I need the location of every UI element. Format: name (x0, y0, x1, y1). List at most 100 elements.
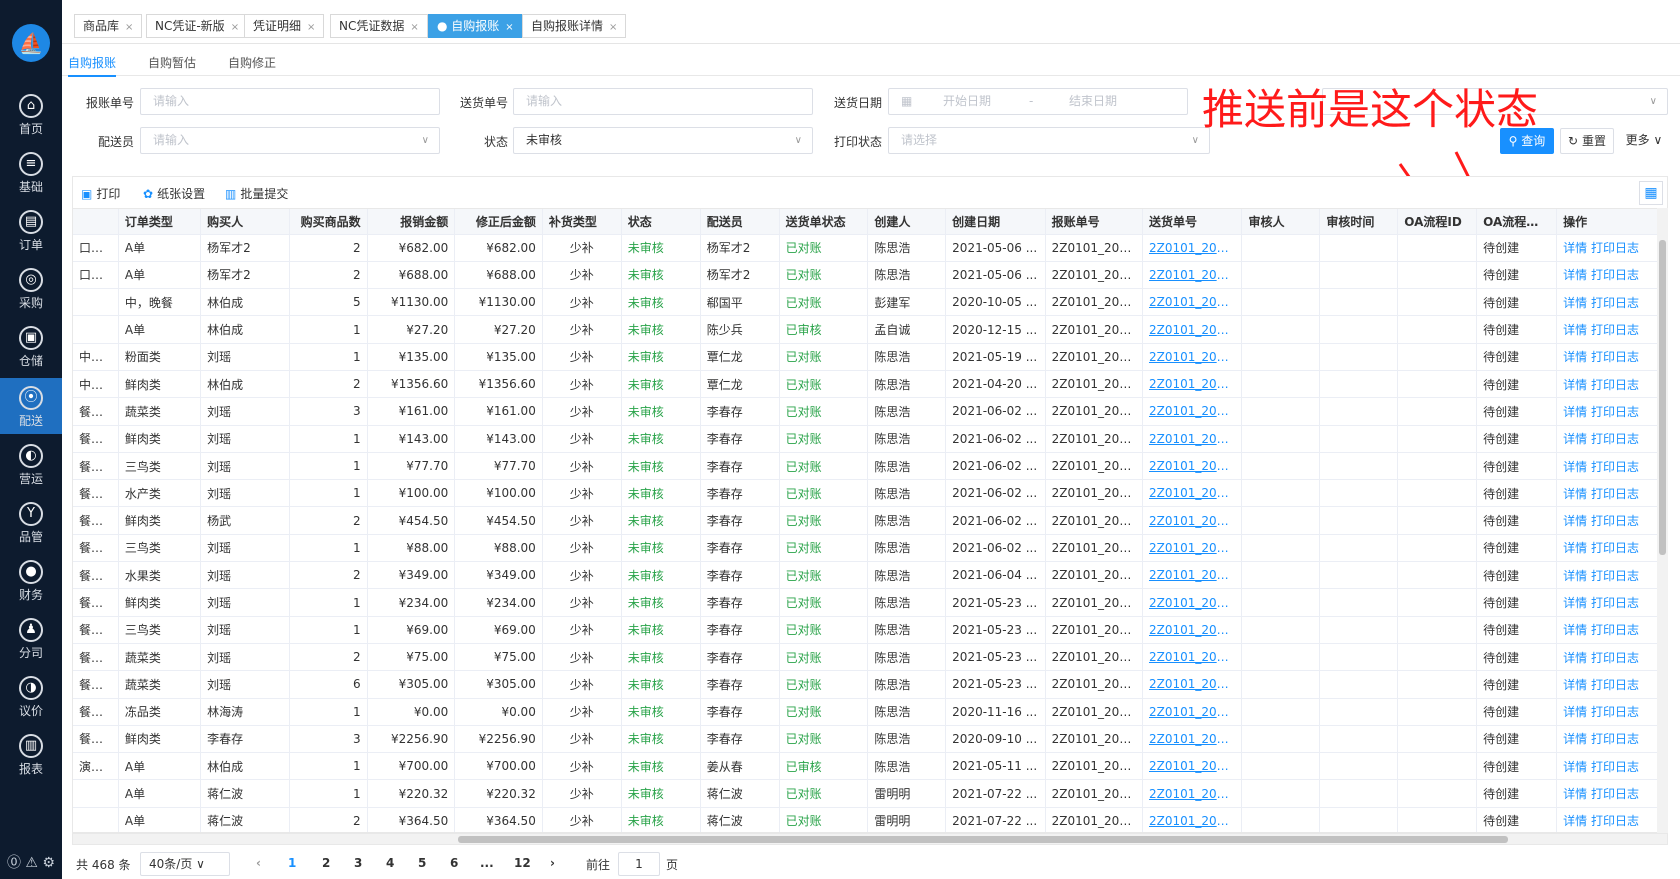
table-cell[interactable]: 2Z0101_202... (1142, 425, 1243, 453)
print-log-link[interactable]: 打印日志 (1591, 514, 1639, 528)
detail-link[interactable]: 详情 (1563, 787, 1587, 801)
print-log-link[interactable]: 打印日志 (1591, 296, 1639, 310)
table-cell[interactable]: 2Z0101_202... (1142, 343, 1243, 371)
print-log-link[interactable]: 打印日志 (1591, 678, 1639, 692)
delivery-date-range[interactable]: ▦ 开始日期 - 结束日期 (888, 88, 1188, 115)
sidebar-item-1[interactable]: ≡ 基础 (0, 144, 62, 200)
table-cell[interactable]: 2Z0101_202... (1142, 370, 1243, 399)
table-cell[interactable]: 2Z0101_202... (1142, 315, 1243, 344)
table-cell[interactable]: 2Z0101_202... (1142, 807, 1243, 832)
table-row[interactable]: 中，晚餐 林伯成 5 ¥1130.00 ¥1130.00 少补 未审核 郗国平 已对账 彭建军 20… (73, 288, 1659, 317)
goto-page-input[interactable]: 1 (618, 852, 660, 876)
detail-link[interactable]: 详情 (1563, 514, 1587, 528)
deliverer-select[interactable]: 请输入 ∨ (140, 127, 440, 154)
table-row[interactable]: 餐厅... 冻品类 林海涛 1 ¥0.00 ¥0.00 少补 未审核 李春存 已对账 陈思浩 2020… (73, 698, 1659, 726)
detail-link[interactable]: 详情 (1563, 378, 1587, 392)
table-row[interactable]: 餐厅... 鲜肉类 刘瑶 1 ¥234.00 ¥234.00 少补 未审核 李春存 已对账 陈思浩 2… (73, 588, 1659, 617)
page-number-button[interactable]: 1 (288, 856, 296, 870)
detail-link[interactable]: 详情 (1563, 623, 1587, 637)
table-row[interactable]: 演实... A单 林伯成 1 ¥700.00 ¥700.00 少补 未审核 姜从春 已审核 陈思浩 2… (73, 752, 1659, 781)
detail-link[interactable]: 详情 (1563, 760, 1587, 774)
table-row[interactable]: 餐厅... 三鸟类 刘瑶 1 ¥88.00 ¥88.00 少补 未审核 李春存 已对账 陈思浩 202… (73, 534, 1659, 563)
prev-page-button[interactable]: ‹ (256, 856, 261, 870)
table-row[interactable]: 餐厅... 蔬菜类 刘瑶 3 ¥161.00 ¥161.00 少补 未审核 李春存 已对账 陈思浩 2… (73, 397, 1659, 426)
close-icon[interactable]: × (609, 22, 617, 33)
more-button[interactable]: 更多 ∨ (1620, 128, 1668, 154)
detail-link[interactable]: 详情 (1563, 569, 1587, 583)
horizontal-scroll-thumb[interactable] (458, 836, 1508, 843)
print-log-link[interactable]: 打印日志 (1591, 323, 1639, 337)
table-row[interactable]: 餐厅... 鲜肉类 杨武 2 ¥454.50 ¥454.50 少补 未审核 李春存 已对账 陈思浩 2… (73, 506, 1659, 535)
table-cell[interactable]: 2Z0101_202... (1142, 288, 1243, 317)
detail-link[interactable]: 详情 (1563, 541, 1587, 555)
print-log-link[interactable]: 打印日志 (1591, 241, 1639, 255)
page-number-button[interactable]: 12 (514, 856, 531, 870)
close-icon[interactable]: × (505, 22, 513, 33)
table-cell[interactable]: 2Z0101_202... (1142, 561, 1243, 590)
print-log-link[interactable]: 打印日志 (1591, 623, 1639, 637)
sidebar-item-6[interactable]: ◐ 营运 (0, 436, 62, 492)
close-icon[interactable]: × (125, 22, 133, 33)
close-icon[interactable]: × (307, 22, 315, 33)
sidebar-bottom-icons[interactable]: ⓪ ⚠ ⚙ (0, 852, 62, 872)
sidebar-item-11[interactable]: ▥ 报表 (0, 726, 62, 782)
print-log-link[interactable]: 打印日志 (1591, 432, 1639, 446)
print-log-link[interactable]: 打印日志 (1591, 405, 1639, 419)
page-size-select[interactable]: 40条/页 ∨ (140, 852, 230, 876)
detail-link[interactable]: 详情 (1563, 296, 1587, 310)
detail-link[interactable]: 详情 (1563, 241, 1587, 255)
delivery-no-input[interactable]: 请输入 (513, 88, 813, 115)
print-log-link[interactable]: 打印日志 (1591, 569, 1639, 583)
detail-link[interactable]: 详情 (1563, 432, 1587, 446)
print-log-link[interactable]: 打印日志 (1591, 760, 1639, 774)
detail-link[interactable]: 详情 (1563, 323, 1587, 337)
table-cell[interactable]: 2Z0101_202... (1142, 234, 1243, 262)
table-row[interactable]: 餐厅... 鲜肉类 李春存 3 ¥2256.90 ¥2256.90 少补 未审核 李春存 已对账陈… (73, 725, 1659, 754)
horizontal-scrollbar[interactable] (72, 833, 1668, 845)
sidebar-item-4[interactable]: ▣ 仓储 (0, 318, 62, 374)
page-number-button[interactable]: 2 (322, 856, 330, 870)
table-row[interactable]: 口派... A单 杨军才2 2 ¥682.00 ¥682.00 少补 未审核 杨军才2 已对账 陈思… (73, 234, 1659, 262)
detail-link[interactable]: 详情 (1563, 732, 1587, 746)
page-number-button[interactable]: 5 (418, 856, 426, 870)
table-cell[interactable]: 2Z0101_202... (1142, 725, 1243, 754)
table-cell[interactable]: 2Z0101_202... (1142, 452, 1243, 481)
table-cell[interactable]: 2Z0101_202... (1142, 534, 1243, 563)
table-cell[interactable]: 2Z0101_202... (1142, 616, 1243, 644)
sidebar-item-8[interactable]: ● 财务 (0, 552, 62, 608)
table-row[interactable]: 中心... 鲜肉类 林伯成 2 ¥1356.60 ¥1356.60 少补 未审核 覃仁龙 已对账陈… (73, 370, 1659, 399)
page-number-button[interactable]: ... (480, 856, 494, 870)
detail-link[interactable]: 详情 (1563, 405, 1587, 419)
table-cell[interactable]: 2Z0101_202... (1142, 506, 1243, 535)
next-page-button[interactable]: › (550, 856, 555, 870)
table-cell[interactable]: 2Z0101_202... (1142, 479, 1243, 508)
reset-button[interactable]: ↻ 重置 (1560, 128, 1614, 154)
table-cell[interactable]: 2Z0101_202... (1142, 752, 1243, 781)
detail-link[interactable]: 详情 (1563, 814, 1587, 828)
print-log-link[interactable]: 打印日志 (1591, 651, 1639, 665)
tab-3[interactable]: NC凭证数据 × (330, 14, 428, 38)
detail-link[interactable]: 详情 (1563, 678, 1587, 692)
print-log-link[interactable]: 打印日志 (1591, 268, 1639, 282)
sidebar-item-3[interactable]: ◎ 采购 (0, 260, 62, 316)
table-row[interactable]: A单 蒋仁波 2 ¥364.50 ¥364.50 少补 未审核 蒋仁波 已对账 雷明明 2021-0… (73, 807, 1659, 832)
paper-settings-button[interactable]: ✿ 纸张设置 (143, 185, 205, 202)
detail-link[interactable]: 详情 (1563, 487, 1587, 501)
close-icon[interactable]: × (410, 22, 418, 33)
tab-2[interactable]: 凭证明细 × (244, 14, 325, 38)
sidebar-item-10[interactable]: ◑ 议价 (0, 668, 62, 724)
print-log-link[interactable]: 打印日志 (1591, 460, 1639, 474)
page-number-button[interactable]: 4 (386, 856, 394, 870)
vertical-scroll-thumb[interactable] (1659, 240, 1666, 555)
table-cell[interactable]: 2Z0101_202... (1142, 643, 1243, 672)
column-grid-icon[interactable]: ▦ (1639, 181, 1663, 205)
print-log-link[interactable]: 打印日志 (1591, 732, 1639, 746)
table-cell[interactable]: 2Z0101_202... (1142, 397, 1243, 426)
table-cell[interactable]: 2Z0101_202... (1142, 698, 1243, 726)
print-log-link[interactable]: 打印日志 (1591, 378, 1639, 392)
table-cell[interactable]: 2Z0101_202... (1142, 779, 1243, 808)
table-row[interactable]: 餐厅... 鲜肉类 刘瑶 1 ¥143.00 ¥143.00 少补 未审核 李春存 已对账 陈思浩 2… (73, 425, 1659, 453)
print-log-link[interactable]: 打印日志 (1591, 350, 1639, 364)
table-row[interactable]: 餐厅... 蔬菜类 刘瑶 6 ¥305.00 ¥305.00 少补 未审核 李春存 已对账 陈思浩 2… (73, 670, 1659, 699)
vertical-scrollbar[interactable] (1657, 208, 1668, 833)
